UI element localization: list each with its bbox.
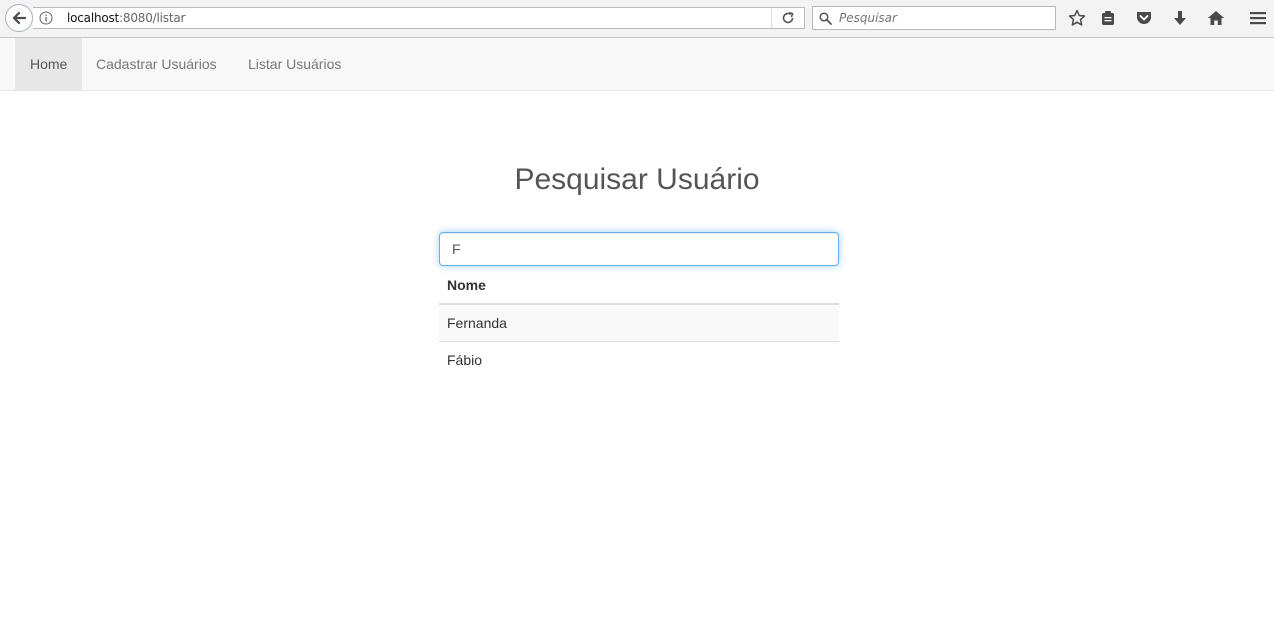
results-table: Nome Fernanda Fábio — [439, 267, 839, 378]
nav-item-cadastrar-usuarios[interactable]: Cadastrar Usuários — [81, 38, 232, 90]
user-search-input[interactable] — [439, 232, 839, 266]
downloads-button[interactable] — [1168, 7, 1192, 29]
download-arrow-icon — [1174, 11, 1186, 25]
back-button[interactable] — [5, 4, 33, 32]
pocket-button[interactable] — [1132, 7, 1156, 29]
pocket-icon — [1137, 12, 1151, 24]
url-bar[interactable]: localhost:8080/listar — [33, 7, 805, 29]
table-cell-nome: Fernanda — [439, 303, 839, 342]
reload-icon — [782, 11, 794, 24]
column-header-nome: Nome — [439, 267, 839, 305]
url-host: localhost — [67, 11, 120, 25]
url-text: localhost:8080/listar — [67, 11, 185, 25]
reading-list-button[interactable] — [1096, 7, 1120, 29]
search-icon — [819, 11, 833, 25]
table-row: Fernanda — [439, 303, 839, 342]
browser-search-input[interactable] — [837, 10, 1041, 26]
browser-search-bar[interactable] — [812, 6, 1056, 30]
clipboard-icon — [1102, 11, 1114, 25]
reload-button[interactable] — [771, 8, 804, 28]
nav-item-home[interactable]: Home — [15, 38, 83, 90]
page-title: Pesquisar Usuário — [514, 163, 760, 196]
nav-item-listar-usuarios[interactable]: Listar Usuários — [233, 38, 356, 90]
browser-toolbar: localhost:8080/listar — [0, 0, 1274, 38]
back-arrow-icon — [12, 11, 27, 25]
table-row: Fábio — [439, 341, 839, 378]
bookmark-star-button[interactable] — [1065, 7, 1089, 29]
hamburger-menu-icon — [1250, 12, 1266, 25]
info-icon[interactable] — [39, 11, 53, 25]
home-icon — [1208, 11, 1224, 25]
table-cell-nome: Fábio — [439, 341, 839, 378]
navbar: Home Cadastrar Usuários Listar Usuários — [0, 38, 1274, 91]
url-path: :8080/listar — [119, 11, 186, 25]
menu-button[interactable] — [1246, 7, 1270, 29]
star-icon — [1068, 9, 1086, 26]
table-header-row: Nome — [439, 267, 839, 305]
home-button[interactable] — [1204, 7, 1228, 29]
